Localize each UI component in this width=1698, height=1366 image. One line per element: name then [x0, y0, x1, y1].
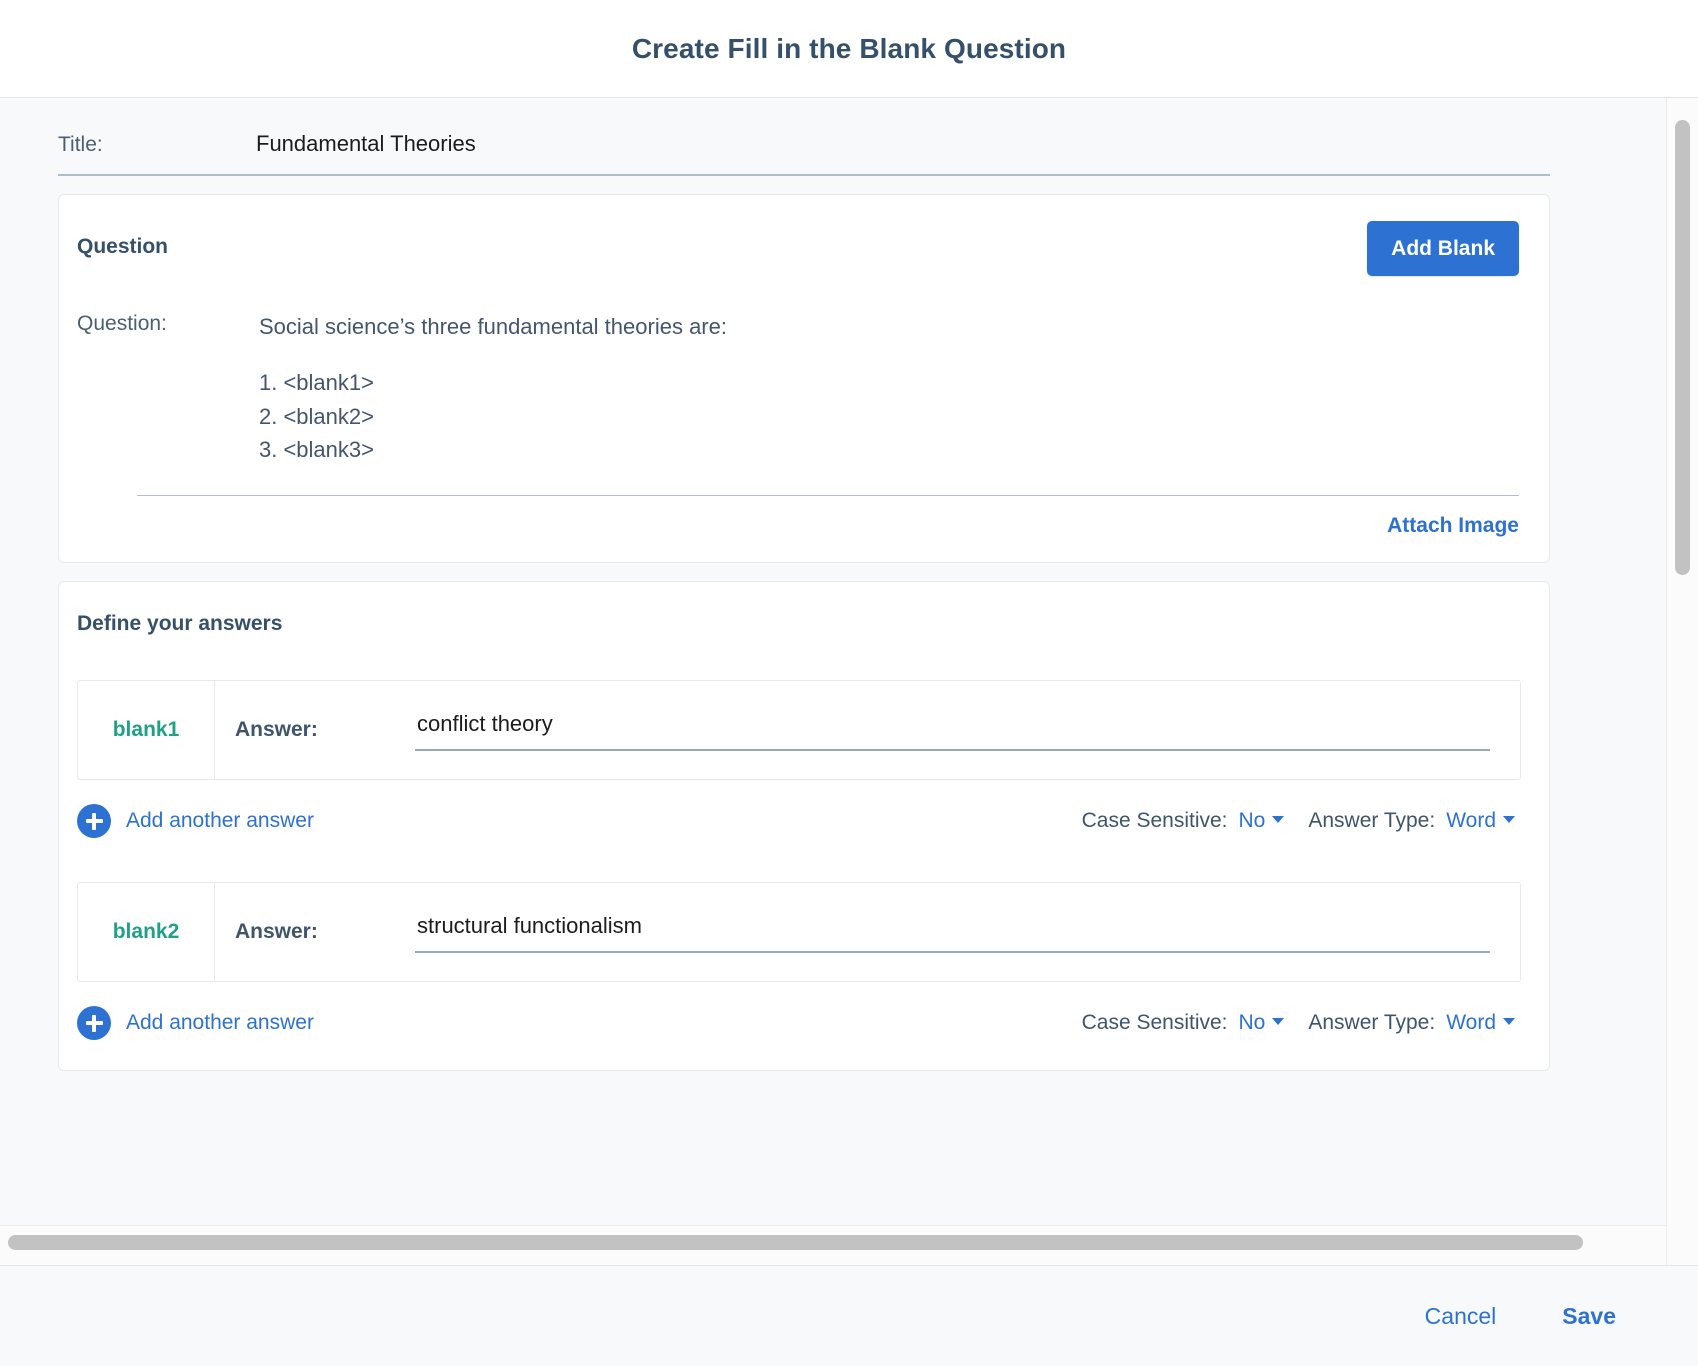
answer-type-value-blank1: Word [1446, 809, 1496, 833]
question-card-header: Question Add Blank [77, 221, 1519, 276]
answer-type-dropdown-blank2[interactable]: Word [1446, 1011, 1515, 1035]
answer-cell-blank2: Answer: structural functionalism [215, 883, 1520, 981]
horizontal-scrollbar[interactable] [0, 1225, 1666, 1265]
answer-options-blank1: Case Sensitive: No Answer Type: Word [1082, 809, 1515, 833]
chevron-down-icon [1503, 815, 1515, 823]
case-sensitive-value-blank2: No [1238, 1011, 1266, 1035]
attach-image-row: Attach Image [77, 496, 1519, 538]
list-item: 2. <blank2> [259, 403, 374, 429]
add-another-answer-label-blank2: Add another answer [126, 1011, 314, 1035]
answer-cell-blank1: Answer: conflict theory [215, 681, 1520, 779]
vertical-scrollbar[interactable] [1666, 98, 1698, 1265]
answer-type-group-blank1: Answer Type: Word [1308, 809, 1515, 833]
table-row: blank2 Answer: structural functionalism [77, 882, 1521, 983]
case-sensitive-dropdown-blank1[interactable]: No [1239, 809, 1285, 833]
answer-options-blank2: Case Sensitive: No Answer Type: Word [1082, 1011, 1515, 1035]
chevron-down-icon [1272, 1017, 1285, 1025]
title-input[interactable]: Fundamental Theories [256, 131, 476, 157]
question-section-heading: Question [77, 235, 169, 258]
answer-label-blank1: Answer: [235, 718, 318, 742]
modal-header: Create Fill in the Blank Question [0, 0, 1698, 98]
chevron-down-icon [1503, 1017, 1515, 1025]
answer-type-dropdown-blank1[interactable]: Word [1446, 809, 1515, 833]
question-body-row: Question: Social science’s three fundame… [77, 310, 1519, 467]
add-another-answer-blank1[interactable]: Add another answer [77, 804, 314, 839]
answer-controls-blank1: Add another answer Case Sensitive: No An… [77, 804, 1521, 839]
create-fill-in-the-blank-modal: Create Fill in the Blank Question Title:… [0, 0, 1698, 1366]
modal-footer: Cancel Save [0, 1265, 1698, 1366]
page-title: Create Fill in the Blank Question [631, 32, 1067, 64]
answer-block-blank1: blank1 Answer: conflict theory Add anoth… [77, 680, 1521, 839]
answer-input-blank2[interactable]: structural functionalism [415, 911, 1490, 954]
question-card: Question Add Blank Question: Social scie… [58, 194, 1550, 564]
horizontal-scrollbar-thumb[interactable] [8, 1235, 1583, 1250]
case-sensitive-label-blank2: Case Sensitive: [1081, 1011, 1228, 1035]
add-blank-button[interactable]: Add Blank [1367, 221, 1519, 276]
answer-controls-blank2: Add another answer Case Sensitive: No An… [77, 1006, 1521, 1041]
chevron-down-icon [1272, 815, 1285, 823]
answer-block-blank2: blank2 Answer: structural functionalism … [77, 882, 1521, 1041]
case-sensitive-group-blank1: Case Sensitive: No [1082, 809, 1285, 833]
title-label: Title: [58, 133, 103, 156]
answer-type-group-blank2: Answer Type: Word [1308, 1011, 1515, 1035]
case-sensitive-value-blank1: No [1238, 809, 1266, 833]
case-sensitive-dropdown-blank2[interactable]: No [1239, 1011, 1285, 1035]
answer-label-blank2: Answer: [235, 920, 318, 944]
answer-type-label-blank2: Answer Type: [1308, 1011, 1436, 1035]
list-item: 1. <blank1> [259, 370, 374, 396]
add-another-answer-label-blank1: Add another answer [126, 809, 314, 833]
plus-icon [77, 1006, 111, 1041]
question-editor[interactable]: Social science’s three fundamental theor… [259, 310, 727, 467]
define-answers-card: Define your answers blank1 Answer: confl… [58, 581, 1550, 1072]
answer-type-label-blank1: Answer Type: [1308, 809, 1436, 833]
modal-scroll-region[interactable]: Title: Fundamental Theories Question Add… [0, 98, 1666, 1225]
blank-name-blank2: blank2 [78, 883, 215, 982]
blank-name-blank1: blank1 [78, 681, 215, 780]
save-button[interactable]: Save [1562, 1303, 1616, 1330]
question-blank-list: 1. <blank1> 2. <blank2> 3. <blank3> [259, 366, 727, 467]
case-sensitive-group-blank2: Case Sensitive: No [1082, 1011, 1285, 1035]
cancel-button[interactable]: Cancel [1425, 1303, 1497, 1330]
modal-body-wrapper: Title: Fundamental Theories Question Add… [0, 98, 1698, 1265]
title-field-row: Title: Fundamental Theories [58, 98, 1550, 176]
question-prompt-text: Social science’s three fundamental theor… [259, 314, 727, 339]
add-another-answer-blank2[interactable]: Add another answer [77, 1006, 314, 1041]
attach-image-link[interactable]: Attach Image [1387, 514, 1519, 538]
list-item: 3. <blank3> [259, 437, 374, 463]
question-label: Question: [77, 312, 167, 335]
plus-icon [77, 804, 111, 839]
table-row: blank1 Answer: conflict theory [77, 680, 1521, 781]
case-sensitive-label-blank1: Case Sensitive: [1081, 809, 1228, 833]
define-answers-heading: Define your answers [77, 612, 283, 636]
answer-type-value-blank2: Word [1446, 1011, 1496, 1035]
vertical-scrollbar-thumb[interactable] [1675, 120, 1690, 575]
answer-input-blank1[interactable]: conflict theory [415, 709, 1490, 752]
